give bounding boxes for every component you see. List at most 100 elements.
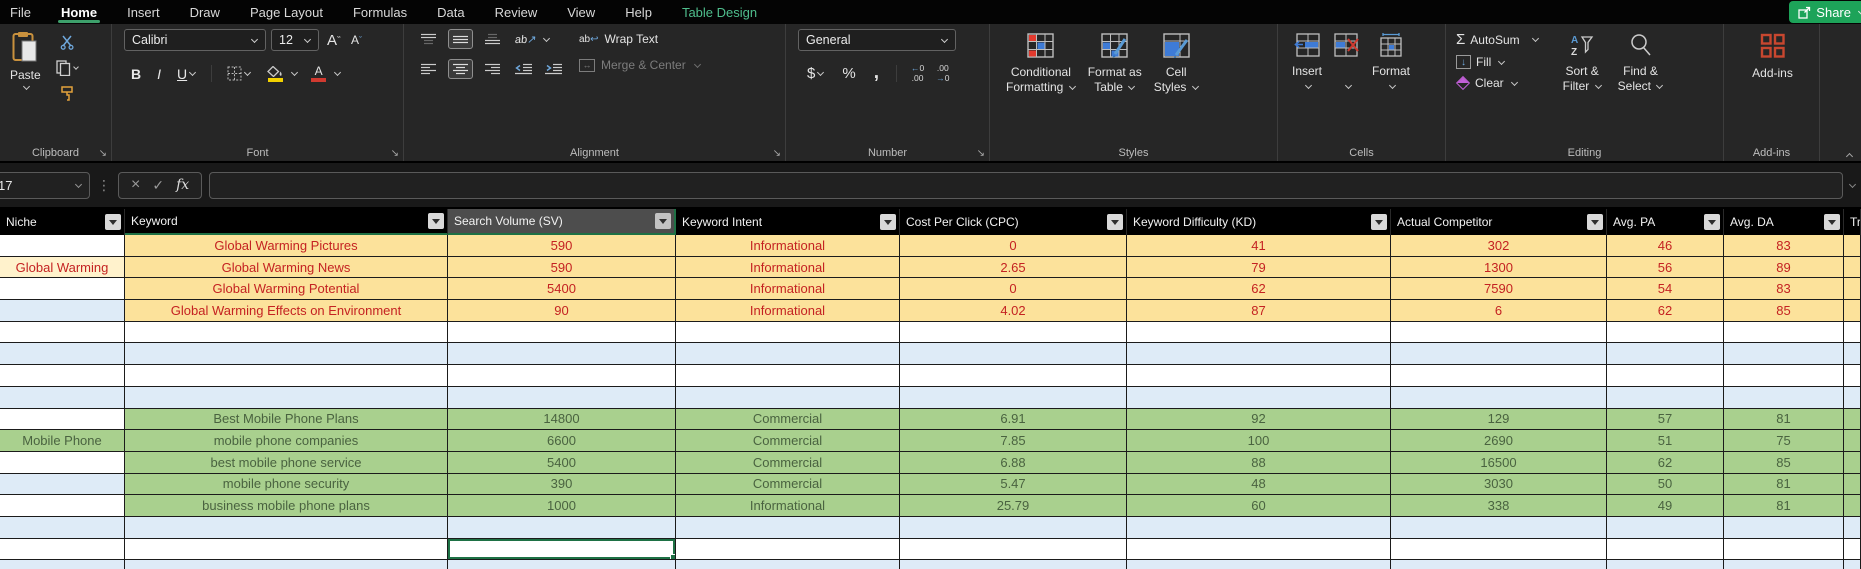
- cell-da[interactable]: [1724, 365, 1844, 387]
- cell-da[interactable]: 83: [1724, 235, 1844, 257]
- font-color-button[interactable]: A: [308, 63, 329, 84]
- cell-trend[interactable]: [1844, 278, 1861, 300]
- cell-keyword[interactable]: Best Mobile Phone Plans: [125, 409, 448, 431]
- cell-intent[interactable]: Informational: [676, 278, 900, 300]
- autosum-button[interactable]: Σ AutoSum: [1456, 31, 1539, 48]
- cell-competitor[interactable]: 129: [1391, 409, 1607, 431]
- cell-kd[interactable]: 48: [1127, 474, 1391, 496]
- orientation-button[interactable]: ab↗: [511, 31, 540, 48]
- cell-keyword[interactable]: Global Warming Effects on Environment: [125, 300, 448, 322]
- copy-button[interactable]: [53, 58, 82, 78]
- cell-intent[interactable]: Commercial: [676, 430, 900, 452]
- cell-competitor[interactable]: [1391, 387, 1607, 409]
- cell-sv[interactable]: 1000: [448, 495, 676, 517]
- cell-sv[interactable]: 590: [448, 235, 676, 257]
- cell-trend[interactable]: [1844, 474, 1861, 496]
- cell-kd[interactable]: 92: [1127, 409, 1391, 431]
- cell-cpc[interactable]: [900, 560, 1127, 569]
- increase-decimal-button[interactable]: ←0.00: [911, 64, 924, 83]
- percent-button[interactable]: %: [839, 63, 858, 84]
- cell-da[interactable]: 81: [1724, 474, 1844, 496]
- cell-intent[interactable]: Informational: [676, 300, 900, 322]
- tab-draw[interactable]: Draw: [175, 0, 235, 24]
- cell-sv[interactable]: 390: [448, 474, 676, 496]
- column-header-keyword[interactable]: Keyword: [125, 209, 448, 235]
- collapse-ribbon-chevron[interactable]: [1846, 153, 1853, 160]
- cell-intent[interactable]: [676, 387, 900, 409]
- column-header-kd[interactable]: Keyword Difficulty (KD): [1127, 209, 1391, 235]
- cell-pa[interactable]: 54: [1607, 278, 1724, 300]
- cell-niche[interactable]: [0, 517, 125, 539]
- cell-trend[interactable]: [1844, 387, 1861, 409]
- format-painter-button[interactable]: [53, 84, 82, 104]
- cell-sv[interactable]: 5400: [448, 278, 676, 300]
- align-top-button[interactable]: [416, 29, 441, 49]
- share-button[interactable]: Share: [1789, 1, 1861, 23]
- cell-sv[interactable]: [448, 365, 676, 387]
- cell-trend[interactable]: [1844, 235, 1861, 257]
- fill-color-button[interactable]: [264, 64, 286, 84]
- cell-niche[interactable]: Global Warming: [0, 257, 125, 279]
- cell-da[interactable]: [1724, 517, 1844, 539]
- column-header-competitor[interactable]: Actual Competitor: [1391, 209, 1607, 235]
- cell-cpc[interactable]: 0: [900, 278, 1127, 300]
- cell-cpc[interactable]: 4.02: [900, 300, 1127, 322]
- cell-trend[interactable]: [1844, 257, 1861, 279]
- cell-niche[interactable]: [0, 343, 125, 365]
- insert-function-icon[interactable]: fx: [176, 177, 189, 193]
- alignment-dialog-launcher[interactable]: ↘: [773, 149, 781, 159]
- number-dialog-launcher[interactable]: ↘: [977, 149, 985, 159]
- grow-font-button[interactable]: Aˇ̇: [324, 30, 343, 51]
- cell-keyword[interactable]: business mobile phone plans: [125, 495, 448, 517]
- cell-competitor[interactable]: [1391, 539, 1607, 561]
- tab-page-layout[interactable]: Page Layout: [235, 0, 338, 24]
- filter-icon-competitor[interactable]: [1587, 214, 1603, 230]
- cell-pa[interactable]: 51: [1607, 430, 1724, 452]
- cell-sv[interactable]: 590: [448, 257, 676, 279]
- find-select-button[interactable]: Find &Select: [1612, 29, 1670, 145]
- cell-niche[interactable]: [0, 452, 125, 474]
- cell-cpc[interactable]: 25.79: [900, 495, 1127, 517]
- column-header-trend[interactable]: Tre: [1844, 209, 1861, 235]
- cell-intent[interactable]: Commercial: [676, 474, 900, 496]
- cell-trend[interactable]: [1844, 517, 1861, 539]
- cell-sv[interactable]: [448, 517, 676, 539]
- cell-competitor[interactable]: 16500: [1391, 452, 1607, 474]
- cell-niche[interactable]: [0, 539, 125, 561]
- cell-niche[interactable]: [0, 235, 125, 257]
- cell-competitor[interactable]: 338: [1391, 495, 1607, 517]
- tab-table-design[interactable]: Table Design: [667, 0, 772, 24]
- cell-pa[interactable]: [1607, 387, 1724, 409]
- cell-trend[interactable]: [1844, 560, 1861, 569]
- cell-cpc[interactable]: 6.88: [900, 452, 1127, 474]
- borders-button[interactable]: [224, 64, 254, 83]
- cell-niche[interactable]: [0, 387, 125, 409]
- cell-da[interactable]: 85: [1724, 300, 1844, 322]
- cell-trend[interactable]: [1844, 343, 1861, 365]
- cell-sv[interactable]: [448, 387, 676, 409]
- cell-competitor[interactable]: [1391, 343, 1607, 365]
- cell-intent[interactable]: [676, 539, 900, 561]
- selected-cell[interactable]: [448, 539, 676, 561]
- expand-formula-bar-chevron[interactable]: [1849, 180, 1856, 187]
- cell-competitor[interactable]: 302: [1391, 235, 1607, 257]
- cell-keyword[interactable]: Global Warming Potential: [125, 278, 448, 300]
- cell-styles-button[interactable]: CellStyles: [1148, 29, 1205, 145]
- cell-kd[interactable]: [1127, 322, 1391, 344]
- cell-cpc[interactable]: 5.47: [900, 474, 1127, 496]
- cell-cpc[interactable]: 0: [900, 235, 1127, 257]
- cell-sv[interactable]: 6600: [448, 430, 676, 452]
- cell-intent[interactable]: Informational: [676, 495, 900, 517]
- cell-keyword[interactable]: [125, 365, 448, 387]
- cell-keyword[interactable]: [125, 322, 448, 344]
- insert-cells-button[interactable]: Insert: [1286, 29, 1328, 145]
- cell-keyword[interactable]: best mobile phone service: [125, 452, 448, 474]
- tab-data[interactable]: Data: [422, 0, 479, 24]
- cell-trend[interactable]: [1844, 322, 1861, 344]
- delete-cells-button[interactable]: [1328, 29, 1366, 145]
- cell-trend[interactable]: [1844, 300, 1861, 322]
- cell-competitor[interactable]: 2690: [1391, 430, 1607, 452]
- cell-kd[interactable]: [1127, 539, 1391, 561]
- cell-intent[interactable]: Commercial: [676, 409, 900, 431]
- cell-cpc[interactable]: 7.85: [900, 430, 1127, 452]
